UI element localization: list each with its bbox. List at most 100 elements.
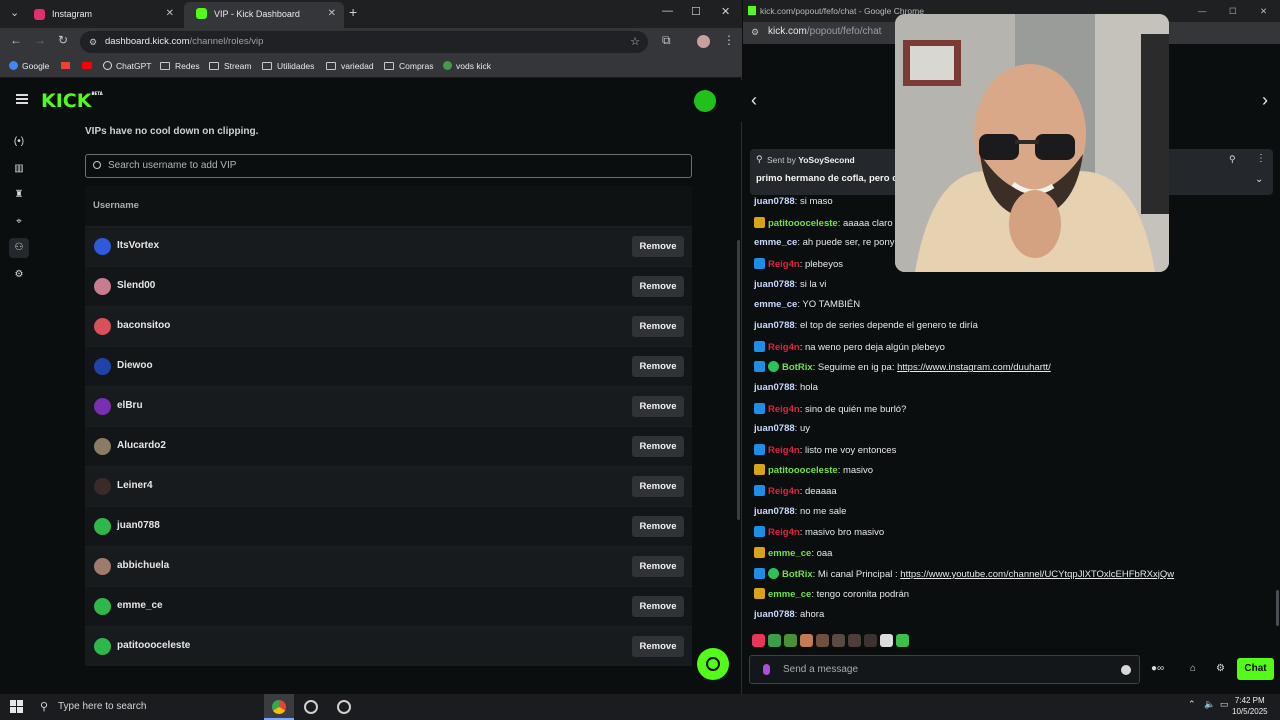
remove-vip-button[interactable]: Remove [632, 316, 684, 337]
broadcast-icon[interactable]: (•) [9, 132, 29, 152]
chat-username[interactable]: Reig4n [768, 527, 800, 538]
chat-username[interactable]: patitoooceleste [768, 218, 838, 229]
bookmark-folder-stream[interactable]: Stream [209, 61, 251, 71]
chat-username[interactable]: juan0788 [754, 506, 795, 517]
menu-kebab-icon[interactable]: ⋮ [723, 33, 735, 47]
app-icon[interactable] [337, 700, 351, 714]
emote-icon[interactable] [816, 634, 829, 647]
chat-username[interactable]: patitoooceleste [768, 465, 838, 476]
back-icon[interactable]: ← [10, 33, 22, 47]
remove-vip-button[interactable]: Remove [632, 476, 684, 497]
volume-icon[interactable]: 🔈 [1204, 699, 1215, 710]
chat-link[interactable]: https://www.youtube.com/channel/UCYtqpJl… [900, 569, 1174, 580]
window-close-button[interactable]: ✕ [721, 5, 730, 18]
bookmark-gmail[interactable] [61, 61, 70, 71]
system-clock[interactable]: 7:42 PM 10/5/2025 [1232, 695, 1268, 717]
emote-icon[interactable] [752, 634, 765, 647]
emote-icon[interactable] [864, 634, 877, 647]
forward-icon[interactable]: → [34, 33, 46, 47]
bookmark-folder-redes[interactable]: Redes [160, 61, 200, 71]
bookmark-folder-compras[interactable]: Compras [384, 61, 433, 71]
chat-username[interactable]: Reig4n [768, 445, 800, 456]
extensions-icon[interactable]: ⧉ [662, 33, 671, 48]
support-chat-button[interactable] [697, 648, 729, 680]
chat-username[interactable]: Reig4n [768, 486, 800, 497]
close-icon[interactable]: ✕ [166, 3, 174, 25]
emote-icon[interactable] [800, 634, 813, 647]
chevron-down-icon[interactable]: ⌄ [1255, 174, 1263, 185]
close-icon[interactable]: ✕ [328, 2, 336, 26]
chat-username[interactable]: juan0788 [754, 320, 795, 331]
site-info-icon[interactable]: ⚙ [89, 31, 97, 53]
chat-username[interactable]: Reig4n [768, 404, 800, 415]
profile-avatar-icon[interactable] [697, 35, 710, 48]
bookmark-youtube[interactable] [82, 61, 92, 71]
chat-username[interactable]: Reig4n [768, 342, 800, 353]
settings-icon[interactable]: ⚙ [9, 265, 29, 285]
remove-vip-button[interactable]: Remove [632, 596, 684, 617]
site-info-icon[interactable]: ⚙ [751, 22, 759, 42]
minimize-button[interactable]: — [662, 5, 673, 17]
emote-icon[interactable] [832, 634, 845, 647]
maximize-button[interactable]: ☐ [691, 5, 701, 18]
tray-chevron-up-icon[interactable]: ⌃ [1188, 699, 1196, 710]
chat-username[interactable]: emme_ce [768, 548, 811, 559]
remove-vip-button[interactable]: Remove [632, 636, 684, 657]
network-icon[interactable]: ▭ [1220, 699, 1229, 710]
bookmark-star-icon[interactable]: ☆ [630, 31, 640, 53]
minimize-button[interactable]: — [1198, 0, 1207, 22]
chat-username[interactable]: emme_ce [754, 299, 797, 310]
vip-search-input[interactable]: Search username to add VIP [85, 154, 692, 178]
maximize-button[interactable]: ☐ [1229, 0, 1237, 22]
hamburger-menu-icon[interactable] [16, 94, 28, 104]
taskbar-chrome-button[interactable] [264, 694, 294, 720]
chat-link[interactable]: https://www.instagram.com/duuhartt/ [897, 362, 1051, 373]
remove-vip-button[interactable]: Remove [632, 516, 684, 537]
emote-icon[interactable] [768, 634, 781, 647]
tab-instagram[interactable]: Instagram ✕ [22, 3, 182, 25]
chat-settings-icon[interactable]: ⚙ [1216, 663, 1225, 674]
chat-username[interactable]: juan0788 [754, 382, 795, 393]
bookmark-vods-kick[interactable]: vods kick [443, 61, 491, 71]
reload-icon[interactable]: ↻ [58, 33, 68, 47]
kicks-icon[interactable]: ●∞ [1151, 663, 1164, 674]
emote-icon[interactable] [880, 634, 893, 647]
chat-username[interactable]: juan0788 [754, 609, 795, 620]
store-icon[interactable]: ⌂ [1190, 663, 1196, 674]
bookmark-folder-utilidades[interactable]: Utilidades [262, 61, 314, 71]
chat-username[interactable]: BotRix [782, 569, 813, 580]
chevron-right-icon[interactable]: › [1262, 90, 1268, 111]
emoji-icon[interactable] [1121, 665, 1131, 675]
unpin-icon[interactable]: ⚲ [1229, 154, 1236, 165]
chat-username[interactable]: emme_ce [754, 237, 797, 248]
taskbar-search-box[interactable]: ⚲ Type here to search [30, 694, 258, 720]
send-chat-button[interactable]: Chat [1237, 658, 1274, 680]
chat-message-input[interactable]: Send a message [749, 655, 1140, 684]
moderation-icon[interactable]: ⌖ [9, 212, 29, 232]
emote-icon[interactable] [784, 634, 797, 647]
chat-username[interactable]: BotRix [782, 362, 813, 373]
remove-vip-button[interactable]: Remove [632, 236, 684, 257]
trophy-icon[interactable]: ♜ [9, 185, 29, 205]
roles-icon[interactable]: ⚇ [9, 238, 29, 258]
more-options-icon[interactable]: ⋮ [1256, 153, 1266, 164]
chat-scrollbar[interactable] [1276, 590, 1279, 626]
obs-icon[interactable] [304, 700, 318, 714]
bookmark-google[interactable]: Google [9, 61, 49, 71]
remove-vip-button[interactable]: Remove [632, 436, 684, 457]
windows-start-icon[interactable] [10, 700, 23, 713]
bookmark-chatgpt[interactable]: ChatGPT [103, 61, 151, 71]
microphone-icon[interactable] [763, 664, 770, 675]
analytics-icon[interactable]: ▥ [9, 159, 29, 179]
remove-vip-button[interactable]: Remove [632, 356, 684, 377]
chat-username[interactable]: emme_ce [768, 589, 811, 600]
bookmark-folder-variedad[interactable]: variedad [326, 61, 374, 71]
chat-username[interactable]: juan0788 [754, 279, 795, 290]
kick-logo[interactable]: KICKBETA [41, 90, 103, 112]
remove-vip-button[interactable]: Remove [632, 556, 684, 577]
emote-icon[interactable] [848, 634, 861, 647]
chat-username[interactable]: juan0788 [754, 196, 795, 207]
emote-icon[interactable] [896, 634, 909, 647]
address-bar[interactable]: ⚙ dashboard.kick.com/channel/roles/vip ☆ [80, 31, 648, 53]
chat-username[interactable]: juan0788 [754, 423, 795, 434]
